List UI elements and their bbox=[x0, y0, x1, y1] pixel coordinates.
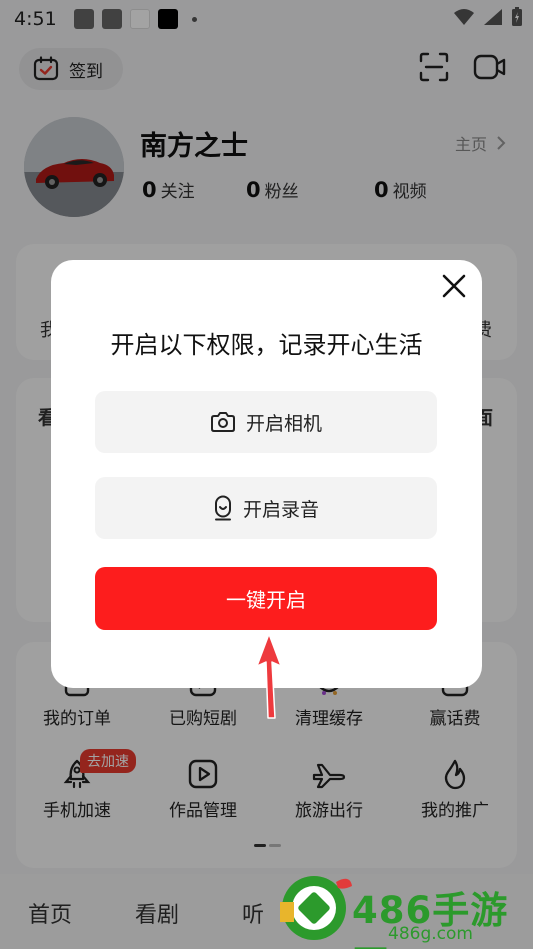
camera-icon bbox=[210, 412, 235, 432]
pointer-arrow-icon bbox=[256, 633, 282, 719]
camera-button-label: 开启相机 bbox=[245, 412, 322, 435]
site-watermark: 486手游网 486g.com bbox=[278, 866, 533, 949]
dialog-title: 开启以下权限，记录开心生活 bbox=[110, 331, 423, 359]
watermark-subtitle: 486g.com bbox=[388, 924, 473, 944]
enable-all-button[interactable]: 一键开启 bbox=[95, 567, 437, 630]
enable-microphone-button[interactable]: 开启录音 bbox=[95, 477, 437, 539]
enable-camera-button[interactable]: 开启相机 bbox=[95, 391, 437, 453]
close-icon[interactable] bbox=[440, 272, 468, 300]
mic-button-label: 开启录音 bbox=[242, 498, 319, 521]
enable-all-label: 一键开启 bbox=[226, 588, 306, 612]
permission-dialog: 开启以下权限，记录开心生活 开启相机 开启录音 一键开启 bbox=[51, 260, 482, 688]
microphone-icon bbox=[214, 495, 231, 521]
watermark-logo-icon bbox=[280, 876, 352, 940]
